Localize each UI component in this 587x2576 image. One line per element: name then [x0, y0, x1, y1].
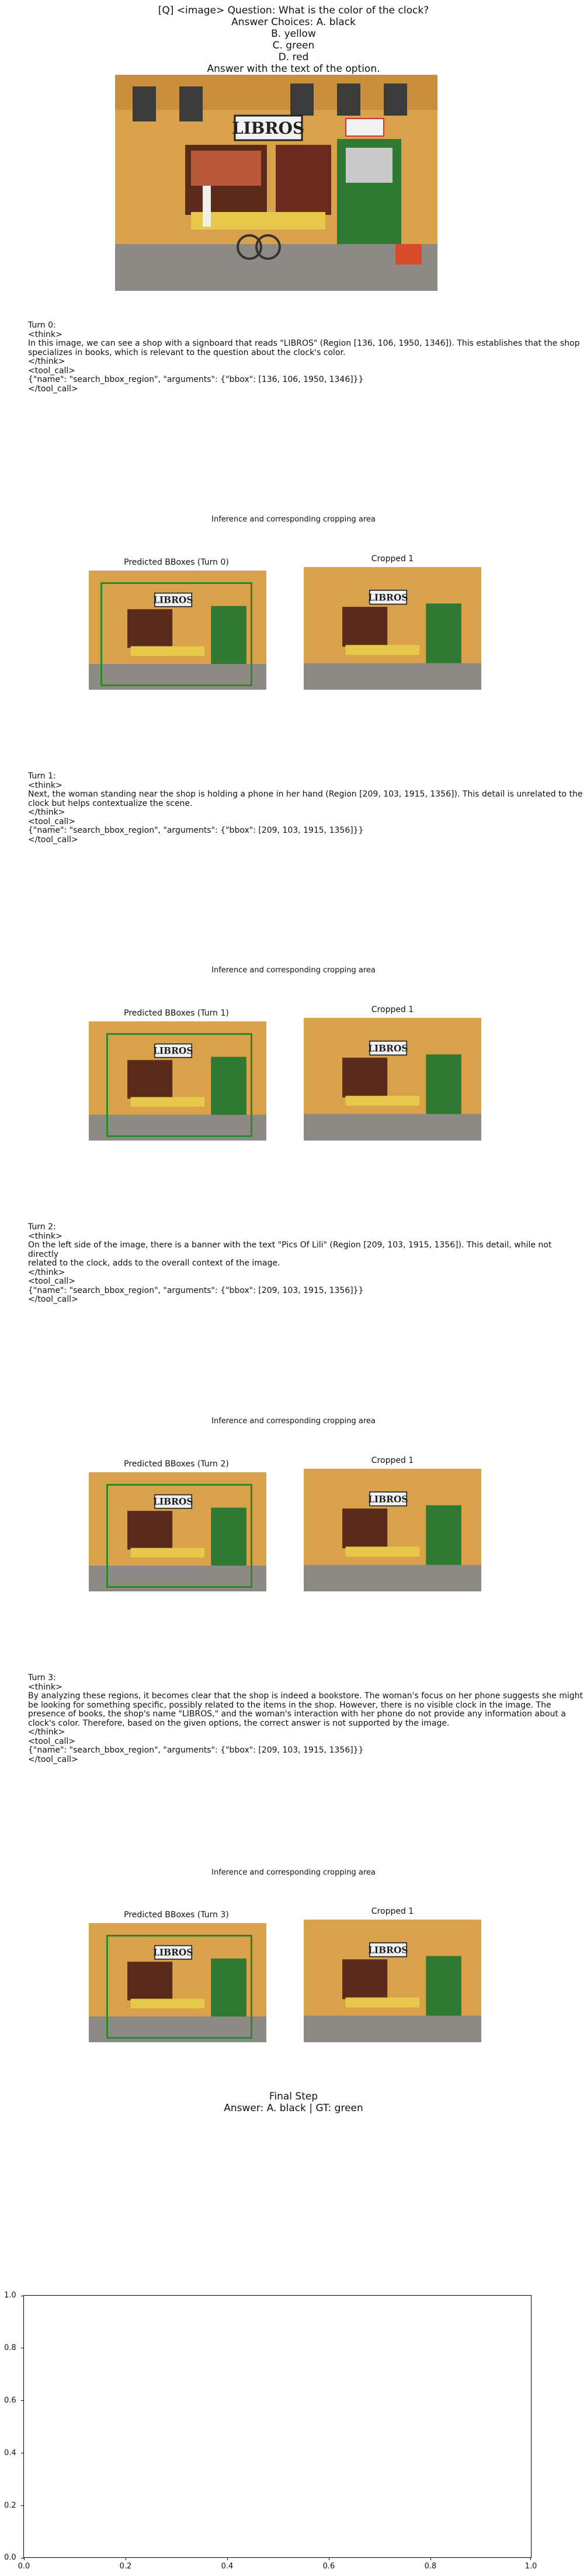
x-tick-label: 0.8 — [424, 2562, 437, 2571]
turn-3-pred-title: Predicted BBoxes (Turn 3) — [124, 1910, 229, 1920]
choice-b: B. yellow — [271, 28, 316, 40]
x-tick-mark — [530, 2557, 531, 2560]
turn-2-bbox — [106, 1484, 252, 1588]
x-tick-label: 1.0 — [525, 2562, 537, 2571]
final-step: Final Step Answer: A. black | GT: green — [0, 2091, 587, 2114]
svg-text:LIBROS: LIBROS — [368, 1493, 408, 1504]
x-tick-mark — [227, 2557, 228, 2560]
turn-0-pred-photo: LIBROS — [89, 571, 266, 690]
turn-2-crop-photo: LIBROS — [304, 1469, 481, 1591]
svg-text:LIBROS: LIBROS — [232, 119, 304, 138]
turn-2-text: Turn 2: <think> On the left side of the … — [28, 1222, 552, 1304]
turn-3-text: Turn 3: <think> By analyzing these regio… — [28, 1673, 583, 1764]
instruction-text: Answer with the text of the option. — [207, 63, 380, 75]
x-tick-label: 0.0 — [18, 2562, 30, 2571]
question-text: [Q] <image> Question: What is the color … — [158, 5, 429, 16]
turn-0-crop-photo: LIBROS — [304, 567, 481, 690]
y-tick-label: 0.4 — [4, 2449, 16, 2457]
turn-1-crop-title: Cropped 1 — [371, 1005, 414, 1014]
turn-3-section-title: Inference and corresponding cropping are… — [211, 1868, 376, 1877]
turn-2-pred-photo: LIBROS — [89, 1472, 266, 1591]
y-tick-label: 0.6 — [4, 2396, 16, 2405]
svg-text:LIBROS: LIBROS — [368, 1944, 408, 1955]
turn-0-pred-title: Predicted BBoxes (Turn 0) — [124, 558, 229, 567]
question-header: [Q] <image> Question: What is the color … — [0, 5, 587, 75]
turn-2-pred-title: Predicted BBoxes (Turn 2) — [124, 1459, 229, 1469]
x-tick-mark — [430, 2557, 431, 2560]
y-tick-mark — [21, 2505, 24, 2506]
y-tick-label: 0.8 — [4, 2344, 16, 2352]
turn-1-crop-photo: LIBROS — [304, 1018, 481, 1141]
y-tick-label: 0.0 — [4, 2553, 16, 2562]
y-tick-label: 1.0 — [4, 2291, 16, 2300]
final-answer: Answer: A. black | GT: green — [224, 2102, 363, 2114]
turn-3-crop-title: Cropped 1 — [371, 1907, 414, 1916]
empty-axes: 0.0 0.2 0.4 0.6 0.8 1.0 0.0 0.2 0.4 0.6 … — [4, 2291, 537, 2571]
choice-a: Answer Choices: A. black — [231, 16, 356, 28]
turn-1-pred-photo: LIBROS — [89, 1021, 266, 1141]
choice-d: D. red — [278, 51, 309, 63]
turn-0-crop-title: Cropped 1 — [371, 554, 414, 564]
turn-2-crop-title: Cropped 1 — [371, 1456, 414, 1465]
turn-0-section-title: Inference and corresponding cropping are… — [211, 515, 376, 524]
turn-3-crop-photo: LIBROS — [304, 1920, 481, 2042]
turn-2-section-title: Inference and corresponding cropping are… — [211, 1417, 376, 1426]
x-tick-mark — [24, 2557, 25, 2560]
turn-3-pred-photo: LIBROS — [89, 1923, 266, 2042]
main-photo: LIBROS — [115, 75, 437, 291]
turn-1-pred-title: Predicted BBoxes (Turn 1) — [124, 1009, 229, 1018]
turn-0-text: Turn 0: <think> In this image, we can se… — [28, 321, 580, 394]
turn-3-bbox — [106, 1935, 252, 2039]
svg-text:LIBROS: LIBROS — [368, 592, 408, 603]
final-title: Final Step — [269, 2091, 318, 2102]
x-tick-label: 0.6 — [322, 2562, 335, 2571]
turn-0-bbox — [100, 582, 252, 686]
y-tick-label: 0.2 — [4, 2501, 16, 2510]
turn-1-bbox — [106, 1033, 252, 1137]
x-tick-label: 0.2 — [119, 2562, 132, 2571]
x-tick-label: 0.4 — [221, 2562, 234, 2571]
choice-c: C. green — [272, 40, 315, 51]
svg-text:LIBROS: LIBROS — [368, 1042, 408, 1054]
turn-1-text: Turn 1: <think> Next, the woman standing… — [28, 771, 583, 844]
turn-1-section-title: Inference and corresponding cropping are… — [211, 966, 376, 975]
y-tick-mark — [21, 2400, 24, 2401]
